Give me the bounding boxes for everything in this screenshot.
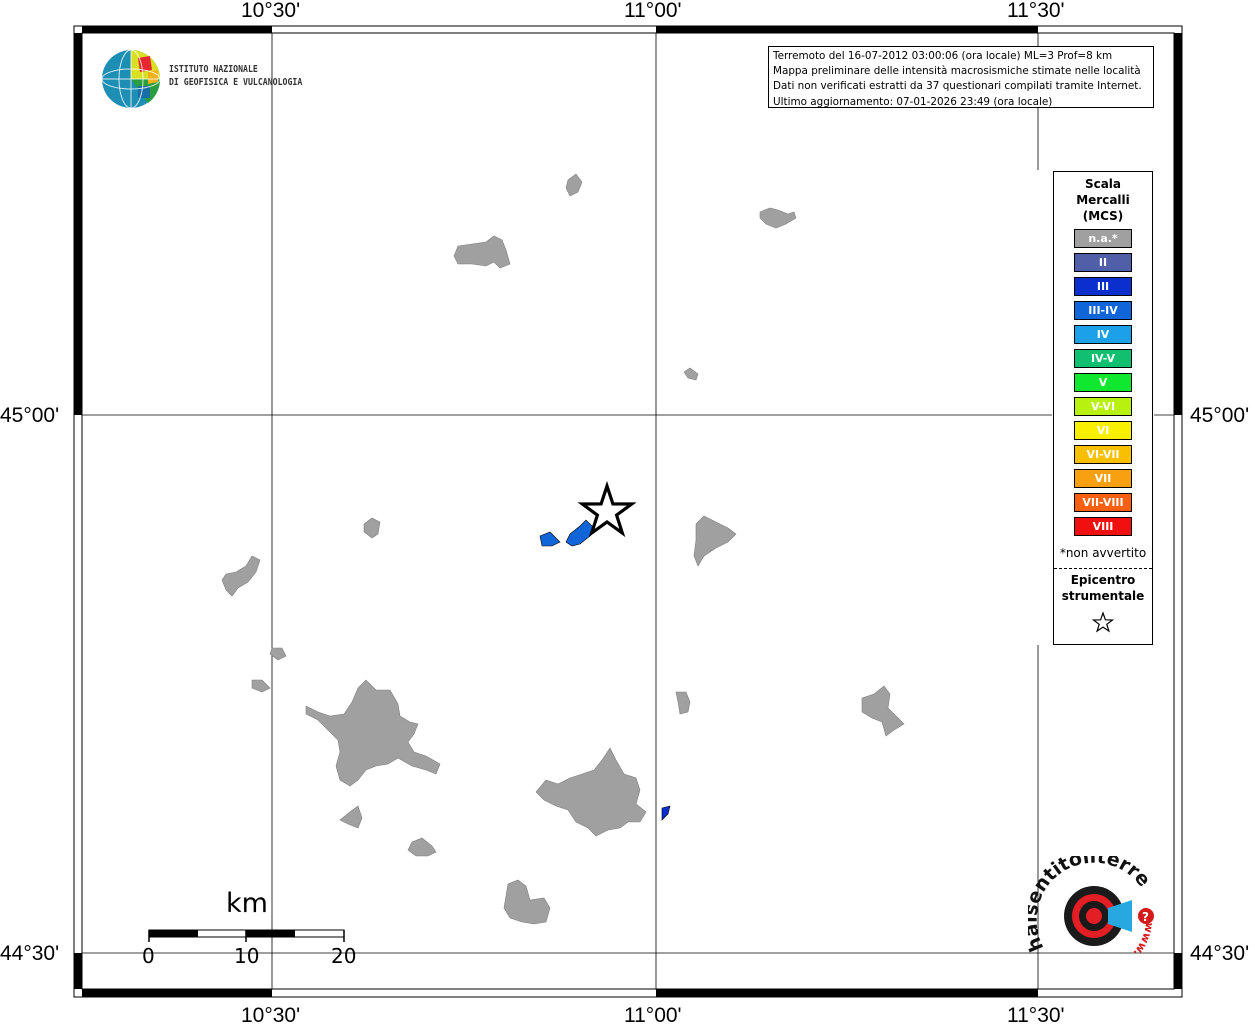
legend-item: VIII xyxy=(1074,517,1132,536)
legend-item: VI-VII xyxy=(1074,445,1132,464)
lat-tick-left: 44°30' xyxy=(0,942,60,965)
legend-item: II xyxy=(1074,253,1132,272)
lon-tick-top: 10°30' xyxy=(241,0,301,22)
lon-tick-top: 11°30' xyxy=(1007,0,1065,22)
legend-title-line: (MCS) xyxy=(1082,209,1124,223)
legend-item: n.a.* xyxy=(1074,229,1132,248)
graticule xyxy=(82,33,1174,989)
legend-title-line: Mercalli xyxy=(1076,193,1130,207)
legend-title-line: Scala xyxy=(1084,177,1122,191)
municipality-area xyxy=(221,555,261,597)
legend-item: V-VI xyxy=(1074,397,1132,416)
scale-bar-label: 10 xyxy=(234,944,260,968)
map-frame xyxy=(73,25,1183,998)
legend-item: III-IV xyxy=(1074,301,1132,320)
legend-title: Scala Mercalli (MCS) xyxy=(1054,176,1152,224)
municipality-area xyxy=(503,879,551,925)
legend-item: III xyxy=(1074,277,1132,296)
event-info-line: Terremoto del 16-07-2012 03:00:06 (ora l… xyxy=(773,50,1113,62)
ingv-logo-text: ISTITUTO NAZIONALE DI GEOFISICA E VULCAN… xyxy=(169,63,302,89)
legend-item: IV-V xyxy=(1074,349,1132,368)
lon-tick-bottom: 11°30' xyxy=(1007,1004,1065,1027)
event-info-line: Mappa preliminare delle intensità macros… xyxy=(773,65,1141,78)
municipality-area xyxy=(305,679,441,787)
lat-tick-right: 44°30' xyxy=(1190,942,1250,965)
legend-epicenter-line: strumentale xyxy=(1061,589,1145,603)
legend-divider xyxy=(1054,568,1152,569)
ingv-logo-icon xyxy=(101,49,161,109)
lat-tick-right: 45°00' xyxy=(1190,404,1250,427)
lon-tick-top: 11°00' xyxy=(624,0,682,22)
municipality-area xyxy=(363,517,381,539)
municipality-area xyxy=(535,747,647,837)
locality-iii-area xyxy=(661,805,671,821)
scale-bar-unit: km xyxy=(226,888,268,919)
scale-bar-label: 0 xyxy=(142,944,155,968)
legend-note: *non avvertito xyxy=(1059,546,1147,560)
svg-text:www.: www. xyxy=(1131,921,1157,959)
intensity-legend: Scala Mercalli (MCS) n.a.* II III III-IV IV I… xyxy=(1053,171,1153,645)
municipality-area xyxy=(683,367,699,381)
svg-text:?: ? xyxy=(1142,910,1149,924)
lon-tick-bottom: 10°30' xyxy=(241,1004,301,1027)
municipality-area xyxy=(675,691,691,715)
municipality-area xyxy=(693,515,737,567)
scale-bar xyxy=(148,929,345,942)
municipality-area xyxy=(251,679,271,693)
event-info-box: Terremoto del 16-07-2012 03:00:06 (ora l… xyxy=(768,46,1154,108)
legend-epicenter-line: Epicentro xyxy=(1070,573,1136,587)
legend-item: VII xyxy=(1074,469,1132,488)
legend-star-icon xyxy=(1091,611,1115,633)
ingv-line-1: ISTITUTO NAZIONALE xyxy=(169,64,258,75)
ingv-line-2: DI GEOFISICA E VULCANOLOGIA xyxy=(169,77,303,88)
legend-epicenter-label: Epicentro strumentale xyxy=(1054,572,1152,604)
lon-tick-bottom: 11°00' xyxy=(624,1004,682,1027)
lat-tick-left: 45°00' xyxy=(0,404,60,427)
legend-item: VI xyxy=(1074,421,1132,440)
locality-iii-iv-area xyxy=(539,531,561,547)
municipality-area xyxy=(861,685,905,737)
legend-item: V xyxy=(1074,373,1132,392)
legend-item: IV xyxy=(1074,325,1132,344)
municipality-area xyxy=(407,837,437,857)
municipality-area xyxy=(565,173,583,197)
municipality-area xyxy=(339,805,363,829)
scale-bar-label: 20 xyxy=(331,944,357,968)
haisentito-logo-icon: haisentitoilterremoto.it www. ? xyxy=(1028,856,1157,959)
municipality-area xyxy=(453,235,511,269)
event-info-line: Dati non verificati estratti da 37 quest… xyxy=(773,80,1142,93)
event-info-line: Ultimo aggiornamento: 07-01-2026 23:49 (… xyxy=(773,95,1053,108)
brand-prefix-text: www. xyxy=(1131,921,1157,959)
municipality-area xyxy=(759,207,797,229)
municipality-areas xyxy=(221,173,905,925)
legend-item: VII-VIII xyxy=(1074,493,1132,512)
